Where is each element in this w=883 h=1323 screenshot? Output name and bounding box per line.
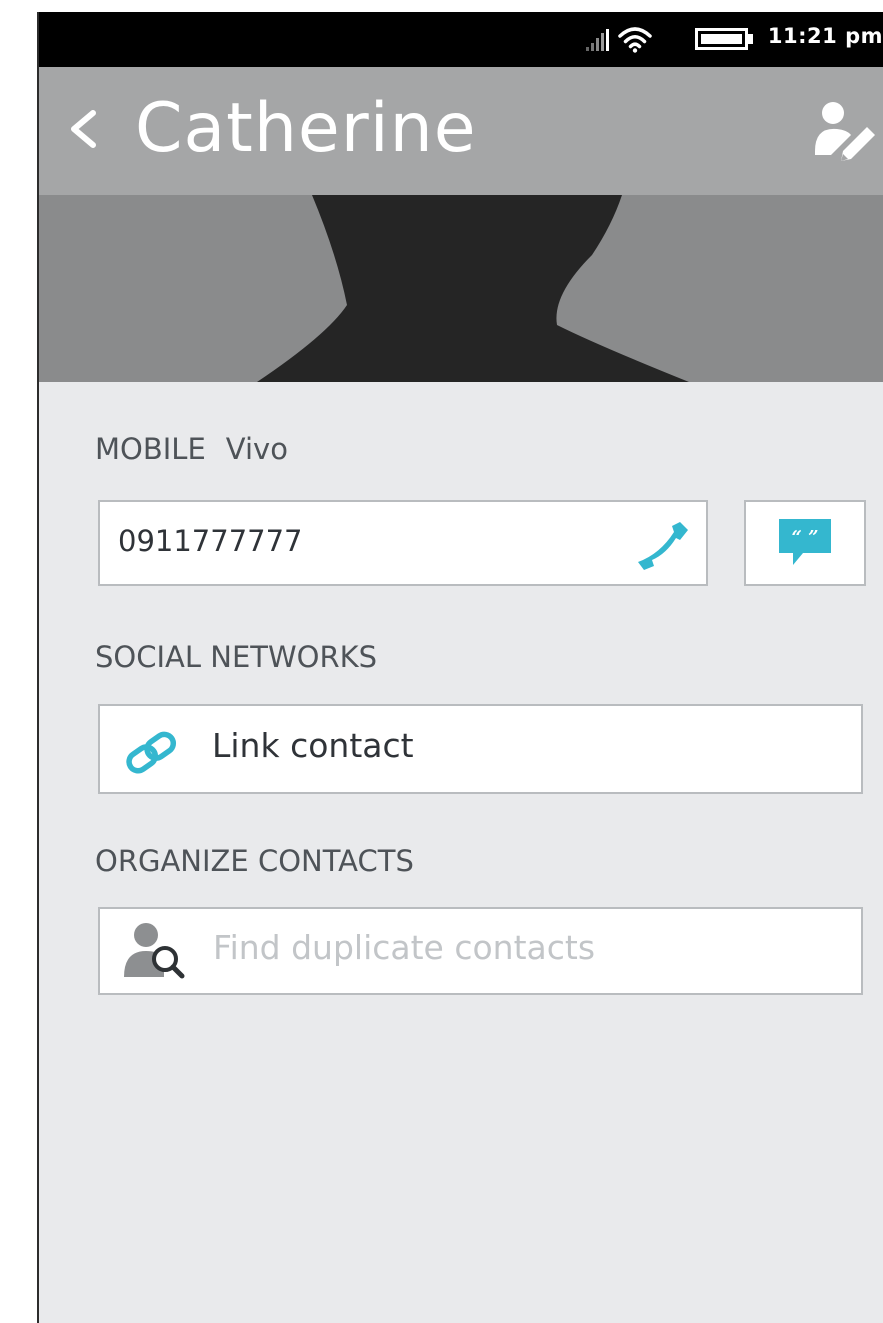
contact-name: Catherine — [135, 89, 477, 168]
link-contact-button[interactable]: Link contact — [98, 704, 863, 794]
mobile-label: MOBILE Vivo — [95, 432, 288, 466]
mobile-type: MOBILE — [95, 432, 206, 466]
link-icon — [120, 728, 184, 780]
mobile-carrier: Vivo — [225, 432, 288, 466]
social-networks-label: SOCIAL NETWORKS — [95, 640, 378, 674]
find-duplicates-label: Find duplicate contacts — [213, 928, 596, 967]
phone-icon — [638, 522, 688, 570]
find-duplicates-button[interactable]: Find duplicate contacts — [98, 907, 863, 995]
phone-number: 0911777777 — [118, 524, 303, 558]
find-duplicate-icon — [124, 921, 196, 985]
edit-contact-button[interactable] — [813, 101, 877, 171]
link-contact-label: Link contact — [212, 726, 414, 765]
call-button[interactable] — [636, 516, 692, 576]
battery-icon — [695, 28, 755, 54]
phone-number-field[interactable]: 0911777777 — [98, 500, 708, 586]
message-icon: “ ” — [779, 519, 831, 573]
status-time: 11:21 pm — [767, 24, 883, 48]
chevron-left-icon — [71, 110, 96, 148]
app-window: 11:21 pm Catherine MOBILE Vivo 0911777777 — [37, 12, 883, 1323]
contact-photo — [37, 195, 883, 382]
edit-contact-icon — [815, 102, 875, 161]
sms-button[interactable]: “ ” — [744, 500, 866, 586]
organize-contacts-label: ORGANIZE CONTACTS — [95, 844, 414, 878]
svg-text:“ ”: “ ” — [792, 527, 819, 548]
wifi-icon — [617, 25, 653, 57]
status-bar: 11:21 pm — [37, 12, 883, 67]
contact-header: Catherine — [37, 67, 883, 195]
window-edge — [37, 12, 39, 1323]
back-button[interactable] — [67, 101, 99, 161]
signal-icon — [586, 29, 610, 55]
